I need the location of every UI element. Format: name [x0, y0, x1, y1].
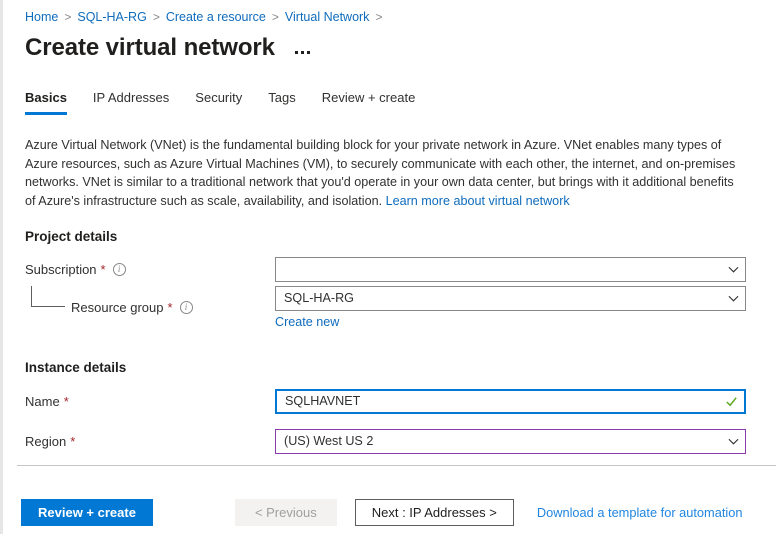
page-title: Create virtual network	[25, 33, 275, 63]
region-control: (US) West US 2	[275, 429, 746, 454]
dot	[307, 51, 310, 54]
next-ip-addresses-button[interactable]: Next : IP Addresses >	[355, 499, 514, 526]
indent-connector	[31, 286, 65, 307]
breadcrumb-item-resource-group[interactable]: SQL-HA-RG	[77, 9, 146, 25]
region-label-text: Region	[25, 434, 66, 449]
required-asterisk: *	[101, 262, 106, 277]
dot	[295, 51, 298, 54]
section-project-details-heading: Project details	[25, 229, 784, 244]
tab-review-create[interactable]: Review + create	[322, 90, 416, 115]
create-virtual-network-blade: Home > SQL-HA-RG > Create a resource > V…	[0, 0, 784, 534]
tab-ip-addresses[interactable]: IP Addresses	[93, 90, 169, 115]
footer-divider	[17, 465, 776, 466]
more-commands-icon[interactable]	[291, 47, 314, 58]
field-resource-group: Resource group * i SQL-HA-RG Create new	[3, 296, 784, 318]
required-asterisk: *	[64, 394, 69, 409]
name-label-text: Name	[25, 394, 60, 409]
learn-more-link[interactable]: Learn more about virtual network	[386, 194, 570, 208]
tab-security[interactable]: Security	[195, 90, 242, 115]
breadcrumb-item-home[interactable]: Home	[25, 9, 58, 25]
resource-group-label-text: Resource group	[71, 300, 164, 315]
region-dropdown[interactable]: (US) West US 2	[275, 429, 746, 454]
breadcrumb-separator-icon: >	[64, 9, 71, 25]
title-row: Create virtual network	[3, 25, 784, 63]
section-instance-details-heading: Instance details	[25, 360, 784, 375]
name-input[interactable]: SQLHAVNET	[275, 389, 746, 414]
tab-basics[interactable]: Basics	[25, 90, 67, 115]
action-bar: Review + create < Previous Next : IP Add…	[3, 490, 784, 534]
breadcrumb-item-create-a-resource[interactable]: Create a resource	[166, 9, 266, 25]
chevron-down-icon	[728, 264, 739, 275]
validation-check-icon	[725, 395, 738, 408]
download-template-link[interactable]: Download a template for automation	[537, 505, 743, 520]
subscription-dropdown[interactable]	[275, 257, 746, 282]
field-region: Region * (US) West US 2	[3, 430, 784, 452]
breadcrumb-separator-icon: >	[153, 9, 160, 25]
required-asterisk: *	[70, 434, 75, 449]
blade-description: Azure Virtual Network (VNet) is the fund…	[25, 136, 743, 210]
resource-group-label: Resource group * i	[71, 300, 193, 315]
name-value: SQLHAVNET	[285, 394, 725, 408]
resource-group-dropdown[interactable]: SQL-HA-RG	[275, 286, 746, 311]
name-control: SQLHAVNET	[275, 389, 746, 414]
create-new-resource-group-link[interactable]: Create new	[275, 315, 746, 329]
field-subscription: Subscription * i	[3, 258, 784, 280]
region-value: (US) West US 2	[284, 434, 728, 448]
chevron-down-icon	[728, 436, 739, 447]
chevron-down-icon	[728, 293, 739, 304]
previous-button: < Previous	[235, 499, 337, 526]
description-text: Azure Virtual Network (VNet) is the fund…	[25, 138, 735, 208]
subscription-label: Subscription * i	[25, 262, 126, 277]
tab-list: Basics IP Addresses Security Tags Review…	[3, 85, 784, 115]
review-create-button[interactable]: Review + create	[21, 499, 153, 526]
breadcrumb-separator-icon: >	[272, 9, 279, 25]
name-label: Name *	[25, 394, 69, 409]
breadcrumb: Home > SQL-HA-RG > Create a resource > V…	[3, 0, 784, 25]
resource-group-control: SQL-HA-RG Create new	[275, 286, 746, 329]
resource-group-value: SQL-HA-RG	[284, 291, 728, 305]
dot	[301, 51, 304, 54]
subscription-control	[275, 257, 746, 282]
breadcrumb-separator-icon: >	[375, 9, 382, 25]
field-name: Name * SQLHAVNET	[3, 390, 784, 412]
info-icon[interactable]: i	[180, 301, 193, 314]
tab-tags[interactable]: Tags	[268, 90, 295, 115]
required-asterisk: *	[168, 300, 173, 315]
info-icon[interactable]: i	[113, 263, 126, 276]
subscription-label-text: Subscription	[25, 262, 97, 277]
breadcrumb-item-virtual-network[interactable]: Virtual Network	[285, 9, 370, 25]
region-label: Region *	[25, 434, 75, 449]
